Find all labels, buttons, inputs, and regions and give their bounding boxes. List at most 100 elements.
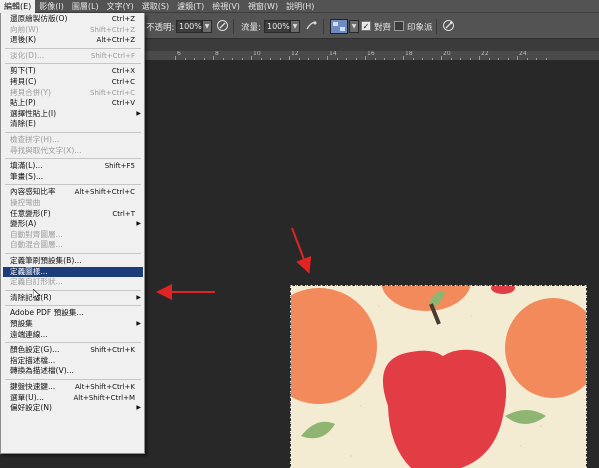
menu-item-shortcut: Alt+Shift+Ctrl+M xyxy=(73,393,135,402)
menubar-item[interactable]: 圖層(L) xyxy=(68,0,103,13)
menu-item-shortcut: Shift+Ctrl+K xyxy=(90,346,135,355)
menu-item[interactable]: 鍵盤快速鍵... Alt+Shift+Ctrl+K xyxy=(3,382,143,393)
menubar-item[interactable]: 視窗(W) xyxy=(244,0,282,13)
menu-item: 檢查拼字(H)... xyxy=(3,135,143,146)
menu-item-label: 拷貝(C) xyxy=(10,77,37,86)
menu-item-label: 顏色設定(G)... xyxy=(10,345,60,355)
pattern-image[interactable] xyxy=(291,286,586,468)
ruler-number: 16 xyxy=(367,51,375,57)
menu-item-label: 填滿(L)... xyxy=(10,161,43,171)
menu-item[interactable]: 內容感知比率 Alt+Shift+Ctrl+C xyxy=(3,187,143,198)
menubar-item[interactable]: 影像(I) xyxy=(35,0,68,13)
menu-item[interactable]: 清除記憶(R) ▶ xyxy=(3,293,143,304)
menu-item[interactable]: 指定描述檔... xyxy=(3,356,143,367)
ruler-number: 6 xyxy=(177,51,181,57)
menu-separator xyxy=(5,342,141,344)
menu-item[interactable]: 填滿(L)... Shift+F5 xyxy=(3,161,143,172)
opacity-label: 不透明: xyxy=(146,23,175,33)
menu-item-label: 選擇性貼上(I) xyxy=(10,108,57,118)
menu-item-shortcut: Alt+Shift+Ctrl+K xyxy=(74,383,135,391)
menu-item: 淡化(D)... Shift+Ctrl+F xyxy=(3,51,143,62)
menubar-item[interactable]: 選取(S) xyxy=(138,0,173,13)
menu-separator xyxy=(5,379,141,380)
menu-item-label: 退後(K) xyxy=(10,35,37,45)
menu-item-label: 清除(E) xyxy=(10,119,36,129)
impressionist-checkbox[interactable]: ✓ xyxy=(394,21,404,31)
menu-item[interactable]: 任意變形(F) Ctrl+T xyxy=(3,209,143,220)
opacity-input[interactable]: 100% xyxy=(176,20,202,33)
ruler-number: 20 xyxy=(443,51,451,57)
menu-item[interactable]: 選單(U)... Alt+Shift+Ctrl+M xyxy=(3,393,143,404)
menubar-item[interactable]: 說明(H) xyxy=(282,0,318,13)
menu-item-label: 向前(W) xyxy=(10,24,39,34)
menu-item-label: 剪下(T) xyxy=(10,66,36,76)
menubar-item[interactable]: 編輯(E) xyxy=(0,0,36,13)
menu-item: 向前(W) Shift+Ctrl+Z xyxy=(3,25,143,36)
divider xyxy=(233,19,234,34)
pattern-swatch-icon[interactable] xyxy=(330,19,348,34)
menubar-item[interactable]: 濾鏡(T) xyxy=(173,0,208,13)
menu-item-label: 任意變形(F) xyxy=(10,208,51,218)
menu-item-shortcut: Ctrl+C xyxy=(111,78,135,86)
submenu-arrow-icon: ▶ xyxy=(136,293,141,301)
menu-item: 定義自訂形狀... xyxy=(3,277,143,288)
menu-item[interactable]: 預設集 ▶ xyxy=(3,319,143,330)
menu-item-label: 遠端連線... xyxy=(10,329,48,339)
menubar-item[interactable]: 文字(Y) xyxy=(103,0,138,13)
menu-item-label: 偏好設定(N) xyxy=(10,403,52,413)
menu-item[interactable]: 定義筆刷預設集(B)... xyxy=(3,256,143,267)
menu-item[interactable]: 選擇性貼上(I) ▶ xyxy=(3,109,143,120)
menu-item-shortcut: Shift+Ctrl+Z xyxy=(90,25,135,34)
menu-item[interactable]: 遠端連線... xyxy=(3,330,143,341)
menu-bar: 編輯(E) 影像(I) 圖層(L) 文字(Y) 選取(S) 濾鏡(T) 檢視(V) 視窗(W)… xyxy=(0,0,599,13)
menu-item[interactable]: Adobe PDF 預設集... xyxy=(3,308,143,319)
flow-dropdown-arrow[interactable]: ▼ xyxy=(290,20,300,33)
menu-item: 自動對齊圖層... xyxy=(3,230,143,241)
opacity-dropdown-arrow[interactable]: ▼ xyxy=(202,20,212,33)
menu-item[interactable]: 清除(E) xyxy=(3,119,143,130)
menu-separator xyxy=(5,305,141,307)
submenu-arrow-icon: ▶ xyxy=(136,109,141,117)
menu-item[interactable]: 變形(A) ▶ xyxy=(3,219,143,230)
airbrush-pressure-icon[interactable] xyxy=(215,19,230,34)
menu-item-shortcut: Shift+F5 xyxy=(104,162,135,171)
menu-item[interactable]: 退後(K) Alt+Ctrl+Z xyxy=(3,35,143,46)
menu-item-label: 預設集 xyxy=(10,319,33,328)
menu-item-label: 定義自訂形狀... xyxy=(10,277,63,287)
menubar-item[interactable]: 檢視(V) xyxy=(208,0,244,13)
submenu-arrow-icon: ▶ xyxy=(136,320,141,327)
menu-item[interactable]: 拷貝(C) Ctrl+C xyxy=(3,77,143,88)
menu-item-label: 貼上(P) xyxy=(10,98,36,108)
flow-input[interactable]: 100% xyxy=(264,20,290,33)
menu-item-label: Adobe PDF 預設集... xyxy=(10,308,84,318)
flow-label: 流量: xyxy=(241,23,261,33)
menu-item[interactable]: 還原繪製仿版(O) Ctrl+Z xyxy=(3,14,143,25)
ruler-number: 10 xyxy=(253,51,261,57)
menu-item[interactable]: 貼上(P) Ctrl+V xyxy=(3,98,143,109)
menu-item-label: 淡化(D)... xyxy=(10,50,45,60)
menu-item[interactable]: 轉換為描述檔(V)... xyxy=(3,366,143,377)
aligned-label: 對齊 xyxy=(374,23,392,33)
menu-item[interactable]: 顏色設定(G)... Shift+Ctrl+K xyxy=(3,345,143,356)
menu-item-label: 檢查拼字(H)... xyxy=(10,135,60,144)
menu-item-label: 定義圖樣... xyxy=(10,266,48,276)
menu-item-shortcut: Shift+Ctrl+F xyxy=(90,51,135,60)
tablet-pressure-icon[interactable] xyxy=(441,19,456,34)
ruler-number: 22 xyxy=(481,51,489,57)
horizontal-ruler: 6 8 10 12 14 16 18 20 22 24 xyxy=(145,51,599,61)
menu-item-label: 自動對齊圖層... xyxy=(10,229,63,239)
menu-item[interactable]: 筆畫(S)... xyxy=(3,172,143,183)
menu-item[interactable]: 定義圖樣... xyxy=(3,266,143,278)
menu-item-shortcut: Alt+Ctrl+Z xyxy=(96,36,135,45)
airbrush-icon[interactable] xyxy=(304,19,319,34)
aligned-checkbox[interactable]: ✓ xyxy=(361,21,371,31)
pattern-dropdown-arrow[interactable]: ▼ xyxy=(349,20,359,33)
menu-item-label: 選單(U)... xyxy=(10,392,44,402)
ruler-number: 14 xyxy=(329,51,337,57)
menu-item[interactable]: 剪下(T) Ctrl+X xyxy=(3,66,143,77)
menu-item-label: 變形(A) xyxy=(10,219,37,229)
menu-item-label: 鍵盤快速鍵... xyxy=(10,382,56,391)
menu-item-label: 尋找與取代文字(X)... xyxy=(10,145,82,155)
menu-item-shortcut: Alt+Shift+Ctrl+C xyxy=(74,188,135,197)
menu-item[interactable]: 偏好設定(N) ▶ xyxy=(3,403,143,414)
